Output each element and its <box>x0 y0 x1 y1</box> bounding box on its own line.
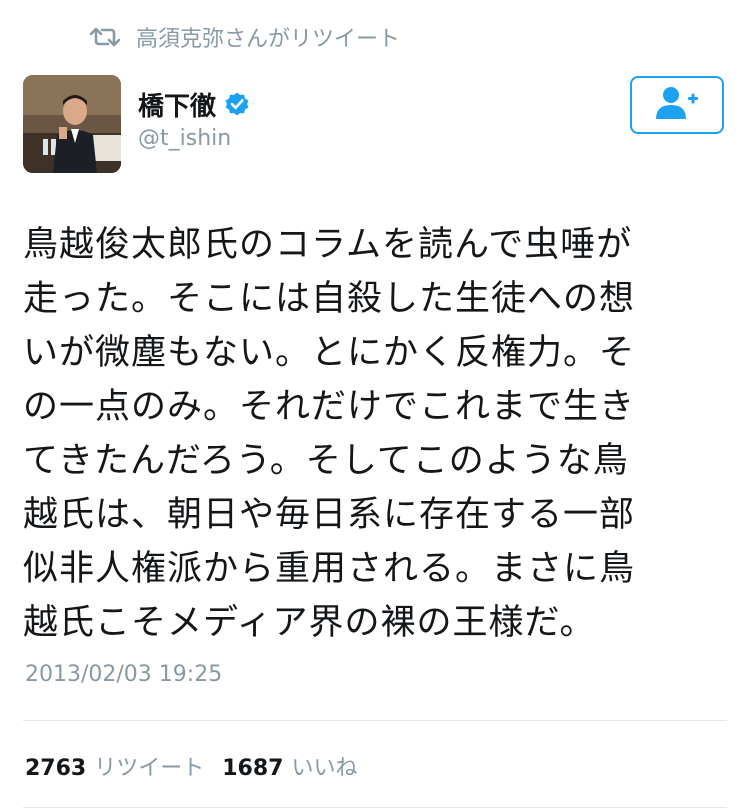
divider <box>23 720 727 721</box>
retweet-context-text: 高須克弥さんがリツイート <box>136 27 401 52</box>
author-handle[interactable]: @t_ishin <box>138 126 250 151</box>
like-count[interactable]: 1687 <box>222 756 283 781</box>
retweet-count-label[interactable]: リツイート <box>94 750 204 782</box>
retweet-count[interactable]: 2763 <box>25 756 86 781</box>
author-display-name[interactable]: 橋下徹 <box>138 86 216 123</box>
follow-button[interactable] <box>630 76 724 134</box>
tweet-text: 鳥越俊太郎氏のコラムを読んで虫唾が 走った。そこには自殺した生徒への想 いが微塵… <box>23 225 636 643</box>
avatar[interactable] <box>23 75 121 173</box>
tweet-timestamp[interactable]: 2013/02/03 19:25 <box>25 662 222 687</box>
verified-badge-icon <box>224 91 250 117</box>
add-user-icon <box>654 85 700 125</box>
divider <box>23 807 727 808</box>
tweet-detail: 高須克弥さんがリツイート 橋下徹 @t_ishin 鳥越俊太郎氏のコラムを読んで… <box>0 0 750 811</box>
like-count-label[interactable]: いいね <box>291 750 357 782</box>
tweet-stats: 2763 リツイート 1687 いいね <box>25 750 376 782</box>
retweet-icon <box>88 25 122 49</box>
author-block[interactable]: 橋下徹 @t_ishin <box>138 86 250 151</box>
retweet-context[interactable]: 高須克弥さんがリツイート <box>88 22 400 52</box>
